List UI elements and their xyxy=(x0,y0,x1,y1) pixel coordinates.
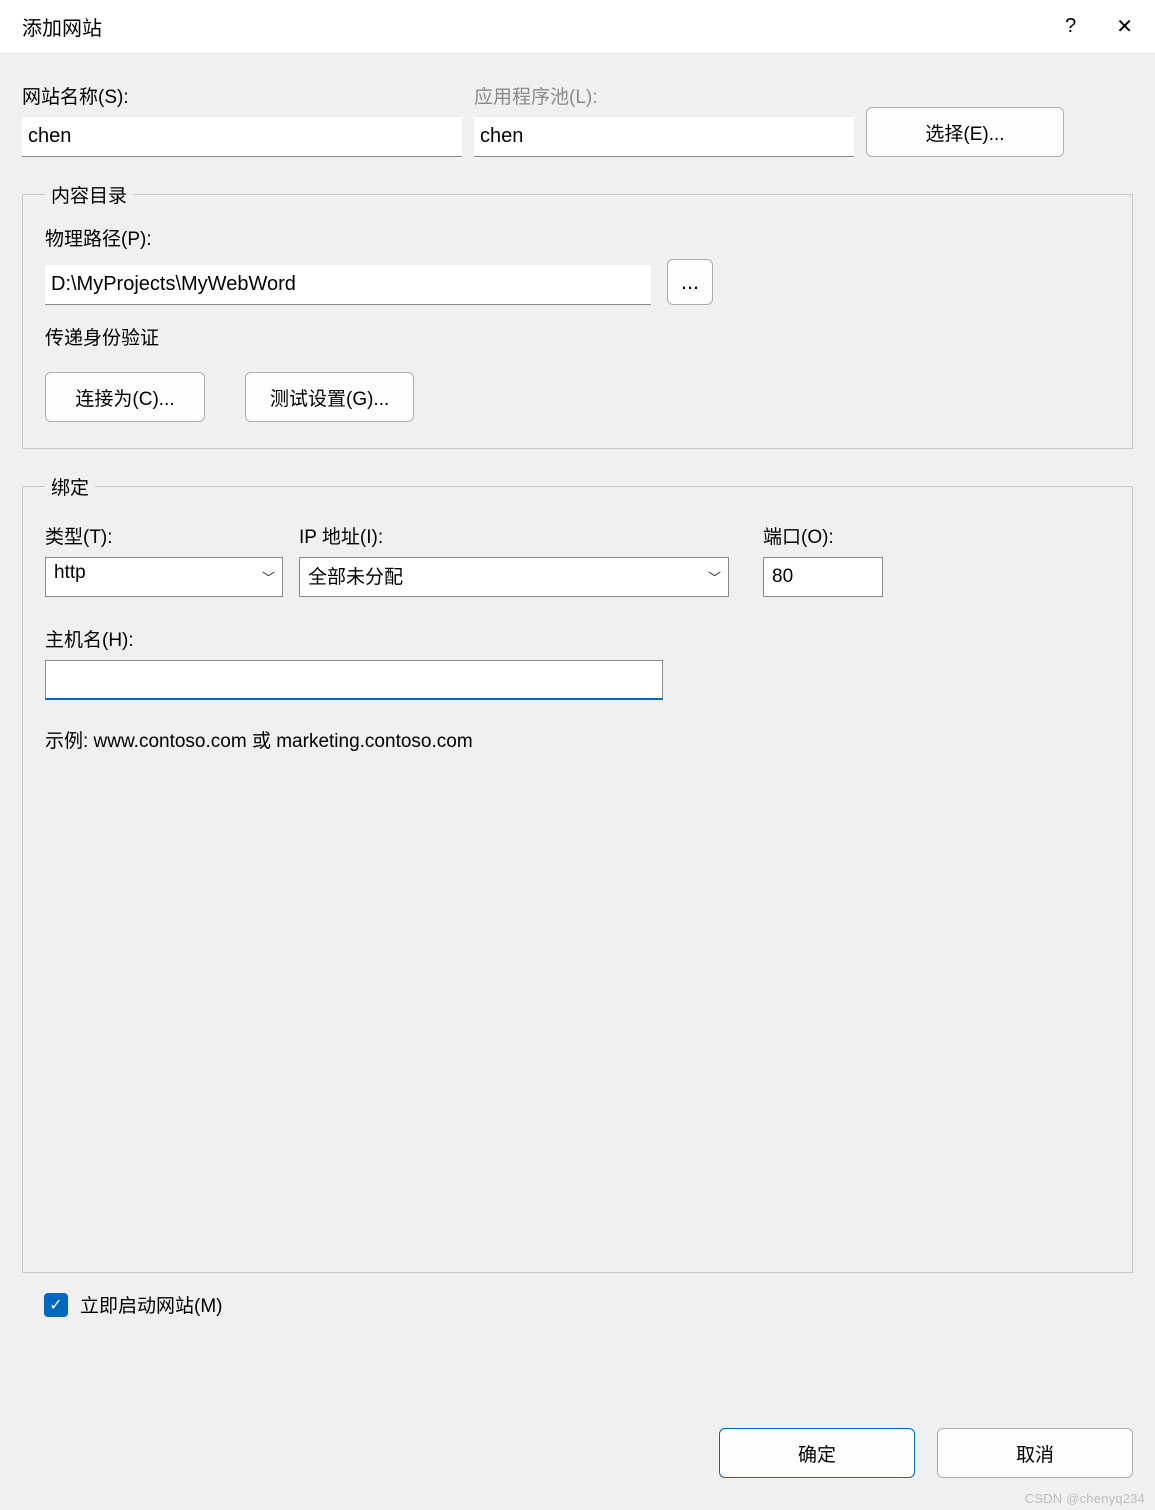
binding-legend: 绑定 xyxy=(45,473,95,500)
app-pool-label: 应用程序池(L): xyxy=(474,82,854,109)
hostname-input[interactable] xyxy=(45,660,663,700)
watermark-text: CSDN @chenyq234 xyxy=(1025,1491,1145,1506)
check-icon: ✓ xyxy=(49,1295,62,1315)
binding-port-input[interactable] xyxy=(763,557,883,597)
binding-group: 绑定 类型(T): http ﹀ IP 地址(I): 全部未分配 ﹀ 端口(O)… xyxy=(22,473,1133,1273)
start-immediately-label: 立即启动网站(M) xyxy=(80,1291,222,1318)
titlebar: 添加网站 ? ✕ xyxy=(0,0,1155,54)
physical-path-input[interactable] xyxy=(45,265,651,305)
binding-type-select[interactable]: http xyxy=(45,557,283,597)
test-settings-button[interactable]: 测试设置(G)... xyxy=(245,372,414,422)
ok-button[interactable]: 确定 xyxy=(719,1428,915,1478)
content-directory-group: 内容目录 物理路径(P): ... 传递身份验证 连接为(C)... 测试设置(… xyxy=(22,181,1133,449)
hostname-example-text: 示例: www.contoso.com 或 marketing.contoso.… xyxy=(45,726,1110,753)
close-icon[interactable]: ✕ xyxy=(1116,14,1133,39)
binding-type-label: 类型(T): xyxy=(45,522,283,549)
cancel-button[interactable]: 取消 xyxy=(937,1428,1133,1478)
window-title: 添加网站 xyxy=(22,12,102,41)
hostname-label: 主机名(H): xyxy=(45,625,1110,652)
physical-path-label: 物理路径(P): xyxy=(45,224,1110,251)
app-pool-input xyxy=(474,117,854,157)
select-app-pool-button[interactable]: 选择(E)... xyxy=(866,107,1064,157)
pass-through-auth-label: 传递身份验证 xyxy=(45,323,1110,350)
binding-ip-label: IP 地址(I): xyxy=(299,522,729,549)
start-immediately-checkbox[interactable]: ✓ xyxy=(44,1293,68,1317)
site-name-input[interactable] xyxy=(22,117,462,157)
binding-ip-select[interactable]: 全部未分配 xyxy=(299,557,729,597)
connect-as-button[interactable]: 连接为(C)... xyxy=(45,372,205,422)
browse-path-button[interactable]: ... xyxy=(667,259,713,305)
help-icon[interactable]: ? xyxy=(1065,15,1076,38)
content-directory-legend: 内容目录 xyxy=(45,181,133,208)
binding-port-label: 端口(O): xyxy=(763,522,883,549)
site-name-label: 网站名称(S): xyxy=(22,82,462,109)
